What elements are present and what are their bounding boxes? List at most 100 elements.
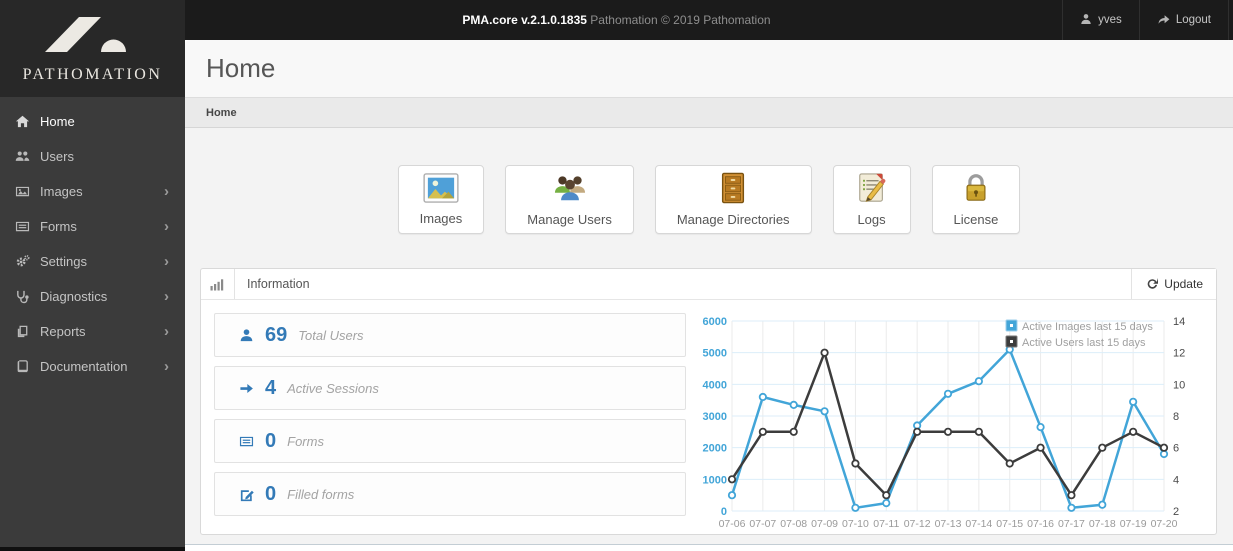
book-icon	[15, 359, 40, 374]
page-header: Home	[185, 40, 1233, 97]
svg-text:12: 12	[1173, 348, 1185, 360]
svg-text:6000: 6000	[703, 316, 727, 328]
license-card-icon	[960, 172, 992, 209]
svg-text:Active Images last 15 days: Active Images last 15 days	[1022, 321, 1153, 333]
svg-text:6: 6	[1173, 443, 1179, 455]
manage-users-card-button[interactable]: Manage Users	[505, 165, 634, 234]
svg-text:07-20: 07-20	[1151, 518, 1178, 530]
manage-directories-card-button[interactable]: Manage Directories	[654, 165, 812, 234]
chevron-right-icon: ›	[164, 183, 169, 200]
current-user-button[interactable]: yves	[1062, 0, 1139, 40]
information-panel: Information Update 69 Total Users 4 Acti…	[200, 268, 1217, 535]
svg-text:07-13: 07-13	[935, 518, 962, 530]
home-icon	[15, 114, 40, 129]
card-label: License	[953, 212, 999, 227]
svg-text:10: 10	[1173, 379, 1185, 391]
forms-icon	[15, 219, 40, 234]
sidebar-item-home[interactable]: Home	[0, 104, 185, 139]
chevron-right-icon: ›	[164, 358, 169, 375]
svg-text:07-10: 07-10	[842, 518, 869, 530]
sidebar-item-label: Settings	[40, 254, 87, 269]
sidebar-item-documentation[interactable]: Documentation ›	[0, 349, 185, 384]
stat-label: Active Sessions	[287, 380, 379, 396]
images-card-button[interactable]: Images	[397, 165, 485, 234]
sidebar-item-label: Forms	[40, 219, 77, 234]
app-version-text: PMA.core v.2.1.0.1835	[462, 13, 587, 27]
stat-value: 0	[265, 429, 277, 452]
sidebar-item-label: Users	[40, 149, 74, 164]
information-panel-title: Information	[247, 277, 310, 291]
sidebar-item-reports[interactable]: Reports ›	[0, 314, 185, 349]
svg-text:Active Users last 15 days: Active Users last 15 days	[1022, 337, 1146, 349]
license-card-button[interactable]: License	[931, 165, 1021, 234]
logout-icon	[1157, 13, 1170, 28]
svg-text:07-09: 07-09	[811, 518, 838, 530]
logs-card-icon	[855, 172, 889, 209]
update-button[interactable]: Update	[1131, 269, 1216, 299]
breadcrumb-home[interactable]: Home	[206, 107, 237, 119]
card-label: Images	[419, 211, 463, 226]
legend-item: Active Images last 15 days	[1005, 319, 1153, 333]
svg-text:8: 8	[1173, 411, 1179, 423]
reports-icon	[15, 324, 40, 339]
activity-chart: 0 1000 2000 3000 4000 5000 6000 2 4 6 8 10 12 14 07-06…	[694, 313, 1203, 544]
sidebar-item-label: Home	[40, 114, 75, 129]
svg-text:4000: 4000	[703, 379, 727, 391]
pencil-square-icon	[239, 487, 257, 502]
chevron-right-icon: ›	[164, 218, 169, 235]
forms-icon	[239, 434, 257, 449]
chevron-right-icon: ›	[164, 323, 169, 340]
chevron-right-icon: ›	[164, 288, 169, 305]
logout-button[interactable]: Logout	[1138, 0, 1229, 40]
update-label: Update	[1164, 277, 1203, 291]
card-label: Manage Directories	[676, 212, 790, 227]
svg-text:07-19: 07-19	[1120, 518, 1147, 530]
username-label: yves	[1098, 14, 1122, 26]
logs-card-button[interactable]: Logs	[832, 165, 911, 234]
information-panel-header: Information Update	[201, 269, 1216, 300]
sidebar-nav: Home Users Images › Forms › Settings › D…	[0, 97, 185, 547]
stat-label: Total Users	[298, 327, 364, 343]
card-label: Manage Users	[527, 212, 612, 227]
pathomation-logo-icon	[37, 14, 149, 61]
breadcrumb: Home	[185, 97, 1233, 128]
app-copyright-text: Pathomation © 2019 Pathomation	[590, 13, 771, 27]
stat-active-sessions: 4 Active Sessions	[214, 366, 686, 410]
image-icon	[15, 184, 40, 199]
user-icon	[239, 328, 257, 343]
svg-text:14: 14	[1173, 316, 1185, 328]
arrow-right-icon	[239, 381, 257, 396]
gears-icon	[15, 254, 40, 269]
stat-value: 0	[265, 482, 277, 505]
topbar-right: yves Logout	[1062, 0, 1229, 40]
users-icon	[15, 149, 40, 164]
svg-text:3000: 3000	[703, 411, 727, 423]
sidebar-item-forms[interactable]: Forms ›	[0, 209, 185, 244]
manage-directories-card-icon	[716, 172, 750, 209]
stat-forms: 0 Forms	[214, 419, 686, 463]
svg-text:07-06: 07-06	[719, 518, 746, 530]
card-label: Logs	[857, 212, 886, 227]
svg-text:07-07: 07-07	[749, 518, 776, 530]
refresh-icon	[1145, 276, 1159, 292]
sidebar-item-label: Documentation	[40, 359, 128, 374]
user-icon	[1080, 13, 1092, 28]
stat-label: Forms	[287, 433, 324, 449]
sidebar-item-images[interactable]: Images ›	[0, 174, 185, 209]
sidebar-item-diagnostics[interactable]: Diagnostics ›	[0, 279, 185, 314]
action-cards: Images Manage Users Manage Directories L…	[185, 165, 1233, 234]
svg-text:07-08: 07-08	[780, 518, 807, 530]
stat-value: 69	[265, 323, 288, 346]
stat-filled-forms: 0 Filled forms	[214, 472, 686, 516]
svg-text:07-14: 07-14	[965, 518, 992, 530]
sidebar-bottom-strip	[0, 547, 185, 551]
svg-text:2: 2	[1173, 506, 1179, 518]
svg-text:5000: 5000	[703, 348, 727, 360]
legend-item: Active Users last 15 days	[1005, 335, 1146, 349]
sidebar-item-users[interactable]: Users	[0, 139, 185, 174]
information-panel-body: 69 Total Users 4 Active Sessions 0 Forms…	[201, 300, 1216, 544]
stat-value: 4	[265, 376, 277, 399]
sidebar-item-settings[interactable]: Settings ›	[0, 244, 185, 279]
svg-text:4: 4	[1173, 474, 1179, 486]
bar-chart-icon	[201, 269, 235, 299]
